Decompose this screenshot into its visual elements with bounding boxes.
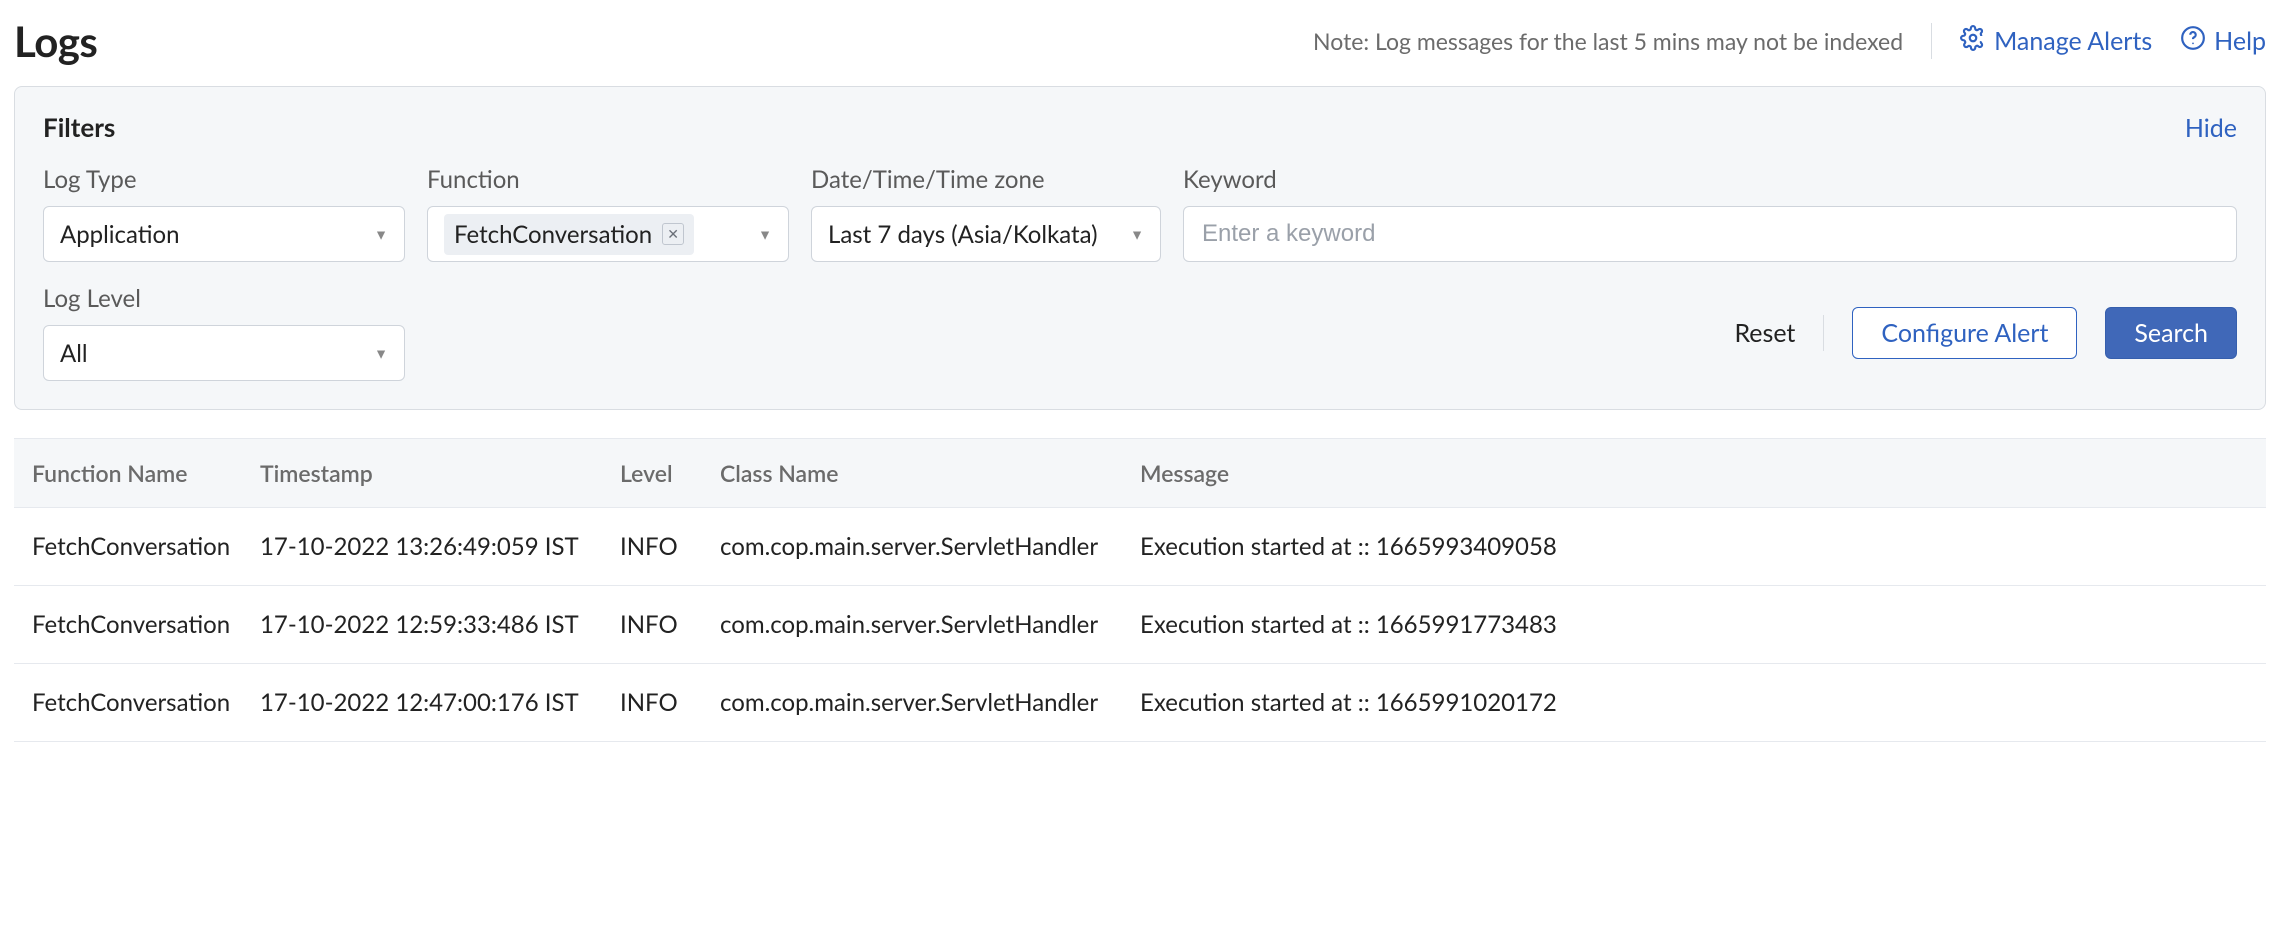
cell-timestamp: 17-10-2022 13:26:49:059 IST [260, 532, 620, 561]
cell-message: Execution started at :: 1665991773483 [1140, 610, 2266, 639]
date-value: Last 7 days (Asia/Kolkata) [828, 220, 1098, 249]
log-level-select[interactable]: All ▼ [43, 325, 405, 381]
date-label: Date/Time/Time zone [811, 165, 1161, 194]
keyword-label: Keyword [1183, 165, 2237, 194]
cell-class-name: com.cop.main.server.ServletHandler [720, 610, 1140, 639]
cell-level: INFO [620, 688, 720, 717]
function-chip-label: FetchConversation [454, 220, 652, 249]
cell-function-name: FetchConversation [14, 688, 260, 717]
table-row[interactable]: FetchConversation17-10-2022 13:26:49:059… [14, 508, 2266, 586]
cell-timestamp: 17-10-2022 12:59:33:486 IST [260, 610, 620, 639]
reset-link[interactable]: Reset [1734, 318, 1795, 348]
log-type-value: Application [60, 220, 180, 249]
configure-alert-button[interactable]: Configure Alert [1852, 307, 2077, 359]
keyword-input-wrap [1183, 206, 2237, 262]
date-select[interactable]: Last 7 days (Asia/Kolkata) ▼ [811, 206, 1161, 262]
cell-class-name: com.cop.main.server.ServletHandler [720, 688, 1140, 717]
cell-level: INFO [620, 532, 720, 561]
chevron-down-icon: ▼ [758, 226, 772, 243]
index-note: Note: Log messages for the last 5 mins m… [1313, 27, 1903, 55]
col-level: Level [620, 459, 720, 487]
keyword-input[interactable] [1200, 219, 2220, 249]
manage-alerts-label: Manage Alerts [1994, 26, 2152, 56]
help-icon [2180, 25, 2206, 57]
search-button[interactable]: Search [2105, 307, 2237, 359]
table-row[interactable]: FetchConversation17-10-2022 12:59:33:486… [14, 586, 2266, 664]
chip-remove-icon[interactable]: ✕ [662, 223, 684, 245]
cell-level: INFO [620, 610, 720, 639]
log-level-value: All [60, 339, 88, 368]
help-link[interactable]: Help [2180, 25, 2266, 57]
hide-filters-link[interactable]: Hide [2185, 113, 2237, 143]
col-function-name: Function Name [14, 459, 260, 487]
cell-timestamp: 17-10-2022 12:47:00:176 IST [260, 688, 620, 717]
header-actions: Note: Log messages for the last 5 mins m… [1313, 23, 2266, 59]
col-message: Message [1140, 459, 2266, 487]
cell-message: Execution started at :: 1665991020172 [1140, 688, 2266, 717]
function-chip: FetchConversation ✕ [444, 214, 694, 255]
cell-function-name: FetchConversation [14, 532, 260, 561]
table-body: FetchConversation17-10-2022 13:26:49:059… [14, 508, 2266, 742]
cell-message: Execution started at :: 1665993409058 [1140, 532, 2266, 561]
logs-table: Function Name Timestamp Level Class Name… [14, 438, 2266, 742]
table-header: Function Name Timestamp Level Class Name… [14, 438, 2266, 508]
divider [1823, 315, 1824, 351]
col-class-name: Class Name [720, 459, 1140, 487]
cell-function-name: FetchConversation [14, 610, 260, 639]
page-header: Logs Note: Log messages for the last 5 m… [14, 16, 2266, 66]
function-label: Function [427, 165, 789, 194]
col-timestamp: Timestamp [260, 459, 620, 487]
log-type-label: Log Type [43, 165, 405, 194]
log-level-label: Log Level [43, 284, 405, 313]
cell-class-name: com.cop.main.server.ServletHandler [720, 532, 1140, 561]
hide-filters-label: Hide [2185, 113, 2237, 143]
chevron-down-icon: ▼ [374, 345, 388, 362]
help-label: Help [2214, 26, 2266, 56]
chevron-down-icon: ▼ [374, 226, 388, 243]
manage-alerts-link[interactable]: Manage Alerts [1960, 25, 2152, 57]
filters-heading: Filters [43, 111, 115, 143]
function-select[interactable]: FetchConversation ✕ ▼ [427, 206, 789, 262]
page-title: Logs [14, 16, 97, 66]
chevron-down-icon: ▼ [1130, 226, 1144, 243]
table-row[interactable]: FetchConversation17-10-2022 12:47:00:176… [14, 664, 2266, 742]
divider [1931, 23, 1932, 59]
log-type-select[interactable]: Application ▼ [43, 206, 405, 262]
gear-icon [1960, 25, 1986, 57]
filters-panel: Filters Hide Log Type Application ▼ Func… [14, 86, 2266, 410]
